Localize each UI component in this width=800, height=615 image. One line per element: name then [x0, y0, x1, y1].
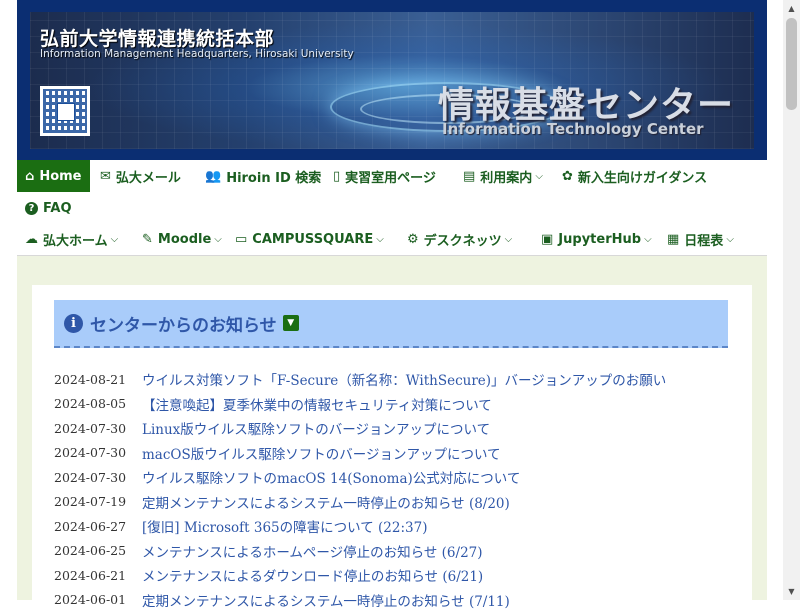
nav-item-home[interactable]: ⌂ Home [17, 160, 90, 192]
nav-item-jupyterhub[interactable]: ▣ JupyterHub ⌵ [541, 224, 652, 255]
user-gear-icon: ⚙ [407, 232, 419, 247]
news-link[interactable]: 定期メンテナンスによるシステム一時停止のお知らせ (8/20) [142, 492, 510, 512]
news-header: i センターからのお知らせ ▼ [54, 300, 728, 348]
document-icon: ▤ [463, 168, 476, 184]
news-date: 2024-06-21 [54, 567, 127, 583]
news-link[interactable]: ウイルス駆除ソフトのmacOS 14(Sonoma)公式対応について [142, 467, 520, 487]
news-item: 2024-07-19 定期メンテナンスによるシステム一時停止のお知らせ (8/20… [54, 490, 734, 515]
qr-code-center [57, 103, 75, 121]
news-item: 2024-06-27 [復旧] Microsoft 365の障害について (22:… [54, 514, 734, 539]
nav-item-label: JupyterHub [558, 232, 642, 247]
news-item: 2024-07-30 macOS版ウイルス駆除ソフトのバージョンアップについて [54, 441, 734, 466]
chevron-down-icon: ⌵ [110, 234, 119, 245]
nav-item-moodle[interactable]: ✎ Moodle ⌵ [142, 224, 222, 255]
chevron-down-icon: ⌵ [214, 234, 222, 245]
scroll-thumb[interactable] [786, 18, 797, 110]
news-link[interactable]: ウイルス対策ソフト「F-Secure（新名称：WithSecure)」バージョン… [142, 369, 666, 389]
file-signature-icon: ✎ [142, 232, 153, 247]
chevron-down-icon: ⌵ [535, 170, 543, 182]
banner-image[interactable]: 弘前大学情報連携統括本部 Information Management Head… [30, 12, 754, 149]
envelope-icon: ✉ [100, 168, 111, 184]
info-icon: i [64, 313, 83, 333]
banner-center-subtitle: Information Technology Center [442, 120, 704, 138]
nav-item-label: デスクネッツ [423, 234, 502, 249]
primary-nav: ⌂ Home ✉ 弘大メール 👥 Hiroin ID 検索 ▯ 実習室用ページ … [17, 160, 767, 225]
news-date: 2024-08-21 [54, 371, 127, 387]
news-date: 2024-08-05 [54, 396, 127, 412]
news-item: 2024-07-30 Linux版ウイルス駆除ソフトのバージョンアップについて [54, 416, 734, 441]
mouse-icon: ▯ [333, 168, 341, 184]
chevron-down-icon: ⌵ [376, 234, 384, 245]
question-icon: ? [25, 201, 38, 215]
news-link[interactable]: Linux版ウイルス駆除ソフトのバージョンアップについて [142, 418, 490, 438]
news-list: 2024-08-21 ウイルス対策ソフト「F-Secure（新名称：WithSec… [54, 367, 734, 612]
nav-item-label: 新入生向けガイダンス [577, 170, 708, 186]
nav-item-hiroin-id-search[interactable]: 👥 Hiroin ID 検索 [205, 160, 321, 192]
banner-org-subtitle: Information Management Headquarters, Hir… [40, 48, 354, 60]
home-icon: ⌂ [25, 168, 35, 184]
nav-item-label: CAMPUSSQUARE [252, 232, 374, 247]
nav-item-schedule[interactable]: ▦ 日程表 ⌵ [667, 224, 734, 255]
nav-item-label: FAQ [43, 200, 72, 216]
news-link[interactable]: メンテナンスによるダウンロード停止のお知らせ (6/21) [142, 565, 483, 585]
news-item: 2024-06-25 メンテナンスによるホームページ停止のお知らせ (6/27) [54, 539, 734, 564]
secondary-nav: ☁ 弘大ホーム ⌵ ✎ Moodle ⌵ ▭ CAMPUSSQUARE ⌵ ⚙ … [17, 224, 767, 256]
news-date: 2024-07-30 [54, 420, 127, 436]
chevron-down-icon: ⌵ [726, 234, 734, 245]
nav-item-label: Home [39, 168, 82, 184]
news-card: i センターからのお知らせ ▼ 2024-08-21 ウイルス対策ソフト「F-Se… [32, 285, 752, 615]
scroll-up-arrow-icon[interactable]: ▲ [783, 0, 800, 17]
page-scrollbar[interactable]: ▲ ▼ [783, 0, 800, 600]
news-link[interactable]: 【注意喚起】夏季休業中の情報セキュリティ対策について [142, 394, 492, 414]
news-date: 2024-07-30 [54, 469, 127, 485]
site-banner: 弘前大学情報連携統括本部 Information Management Head… [17, 0, 767, 160]
news-date: 2024-07-19 [54, 494, 127, 510]
nav-item-hirodai-home[interactable]: ☁ 弘大ホーム ⌵ [25, 224, 118, 255]
news-date: 2024-06-25 [54, 543, 127, 559]
nav-item-label: 日程表 [684, 234, 724, 249]
news-link[interactable]: [復旧] Microsoft 365の障害について (22:37) [142, 516, 427, 536]
nav-item-lab-page[interactable]: ▯ 実習室用ページ [333, 160, 436, 192]
nav-item-label: 実習室用ページ [345, 170, 436, 186]
news-date: 2024-06-27 [54, 518, 127, 534]
qr-code-icon [40, 86, 90, 136]
seedling-icon: ✿ [562, 168, 573, 184]
calendar-icon: ▦ [667, 232, 680, 247]
news-section-title: センターからのお知らせ [90, 315, 277, 336]
page-container: 弘前大学情報連携統括本部 Information Management Head… [17, 0, 767, 615]
nav-item-label: 弘大ホーム [43, 234, 108, 249]
nav-item-desknets[interactable]: ⚙ デスクネッツ ⌵ [407, 224, 512, 255]
chevron-down-icon: ⌵ [504, 234, 513, 245]
nav-item-label: Hiroin ID 検索 [226, 170, 322, 186]
news-item: 2024-06-21 メンテナンスによるダウンロード停止のお知らせ (6/21) [54, 563, 734, 588]
nav-item-hirodai-mail[interactable]: ✉ 弘大メール [100, 160, 181, 192]
nav-item-label: 弘大メール [115, 170, 181, 186]
chevron-down-icon: ⌵ [644, 234, 652, 245]
news-link[interactable]: macOS版ウイルス駆除ソフトのバージョンアップについて [142, 443, 501, 463]
news-item: 2024-08-21 ウイルス対策ソフト「F-Secure（新名称：WithSec… [54, 367, 734, 392]
nav-item-faq[interactable]: ? FAQ [25, 192, 72, 224]
scroll-down-arrow-icon[interactable]: ▼ [783, 583, 800, 600]
terminal-icon: ▣ [541, 232, 554, 247]
users-icon: 👥 [205, 168, 222, 184]
nav-item-campussquare[interactable]: ▭ CAMPUSSQUARE ⌵ [235, 224, 384, 255]
nav-item-label: Moodle [157, 232, 212, 247]
news-link[interactable]: メンテナンスによるホームページ停止のお知らせ (6/27) [142, 541, 483, 561]
news-item: 2024-07-30 ウイルス駆除ソフトのmacOS 14(Sonoma)公式対応… [54, 465, 734, 490]
cloud-icon: ☁ [25, 232, 38, 247]
news-item: 2024-08-05 【注意喚起】夏季休業中の情報セキュリティ対策について [54, 392, 734, 417]
news-date: 2024-07-30 [54, 445, 127, 461]
laptop-icon: ▭ [235, 232, 248, 247]
banner-org-title: 弘前大学情報連携統括本部 [40, 28, 275, 50]
nav-item-freshman-guidance[interactable]: ✿ 新入生向けガイダンス [562, 160, 707, 192]
nav-item-usage-guide[interactable]: ▤ 利用案内 ⌵ [463, 160, 543, 192]
nav-item-label: 利用案内 [480, 170, 533, 186]
caret-down-square-icon[interactable]: ▼ [282, 315, 299, 331]
